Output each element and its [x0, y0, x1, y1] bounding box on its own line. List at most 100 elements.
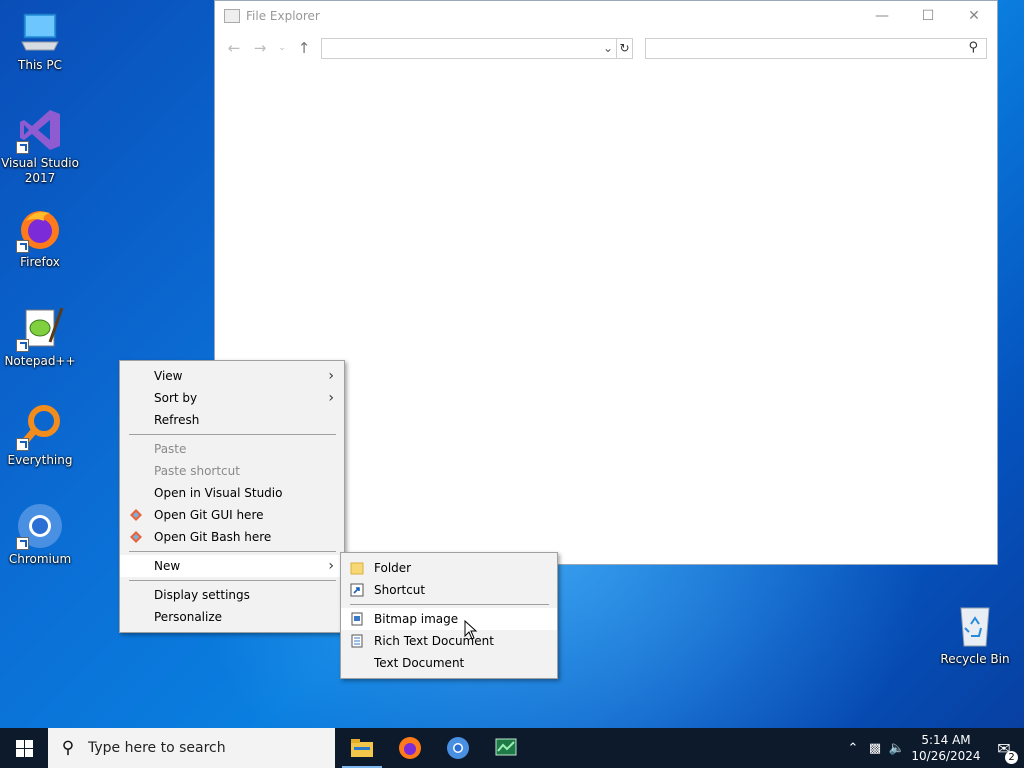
menu-item-open-git-gui[interactable]: Open Git GUI here — [120, 504, 344, 526]
chevron-down-icon[interactable]: ⌄ — [603, 41, 613, 55]
search-icon: ⚲ — [968, 40, 978, 55]
start-button[interactable] — [0, 728, 48, 768]
taskbar-file-explorer[interactable] — [338, 728, 386, 768]
forward-arrow-icon[interactable]: → — [247, 39, 273, 57]
menu-item-label: Shortcut — [374, 583, 426, 597]
close-button[interactable]: ✕ — [951, 1, 997, 31]
desktop-icon-label: Chromium — [8, 552, 72, 566]
folder-icon — [350, 562, 364, 575]
shortcut-arrow-icon — [16, 537, 29, 550]
back-arrow-icon[interactable]: ← — [221, 39, 247, 57]
shortcut-arrow-icon — [16, 141, 29, 154]
task-manager-icon — [495, 738, 517, 756]
volume-muted-icon[interactable]: 🔈 — [886, 741, 908, 756]
menu-item-open-in-visual-studio[interactable]: Open in Visual Studio — [120, 482, 344, 504]
desktop-icon-firefox[interactable]: Firefox — [0, 205, 80, 270]
taskbar-chromium[interactable] — [434, 728, 482, 768]
submenu-item-folder[interactable]: Folder — [341, 557, 557, 579]
notepad-plus-plus-icon — [16, 304, 64, 352]
desktop-icon-notepad-plus-plus[interactable]: Notepad++ — [0, 304, 80, 369]
desktop-context-menu: View › Sort by › Refresh Paste Paste short… — [119, 360, 345, 633]
menu-item-label: Bitmap image — [374, 612, 459, 626]
menu-item-label: Open Git GUI here — [154, 508, 264, 522]
refresh-icon[interactable]: ↻ — [617, 38, 633, 59]
menu-item-label: Refresh — [154, 413, 200, 427]
menu-item-label: Open Git Bash here — [154, 530, 272, 544]
taskbar-clock[interactable]: 5:14 AM 10/26/2024 — [908, 732, 984, 764]
notification-count-badge: 2 — [1005, 750, 1018, 764]
window-title: File Explorer — [246, 9, 320, 23]
menu-item-personalize[interactable]: Personalize — [120, 606, 344, 628]
desktop-icon-everything[interactable]: Everything — [0, 403, 80, 468]
menu-separator — [129, 551, 336, 552]
git-bash-icon — [130, 531, 142, 543]
taskbar-search-placeholder: Type here to search — [88, 740, 226, 756]
menu-item-label: Open in Visual Studio — [154, 486, 283, 500]
search-icon: ⚲ — [61, 738, 75, 758]
menu-item-new[interactable]: New › — [120, 555, 344, 577]
menu-item-label: Paste — [154, 442, 187, 456]
desktop-icon-label: Firefox — [20, 255, 60, 269]
submenu-item-rich-text-document[interactable]: Rich Text Document — [341, 630, 557, 652]
title-bar[interactable]: File Explorer — ☐ ✕ — [215, 1, 997, 31]
search-box[interactable]: ⚲ — [645, 38, 987, 59]
submenu-item-shortcut[interactable]: Shortcut — [341, 579, 557, 601]
taskbar: ⚲ Type here to search ⌃ ▩ 🔈 5:14 AM 10/2… — [0, 728, 1024, 768]
windows-logo-icon — [15, 739, 33, 757]
desktop-icon-chromium[interactable]: Chromium — [0, 502, 80, 567]
desktop-icon-label: This PC — [18, 58, 62, 72]
desktop-icon-recycle-bin[interactable]: Recycle Bin — [935, 602, 1015, 667]
new-submenu: Folder Shortcut Bitmap image Rich Text D… — [340, 552, 558, 679]
menu-item-label: View — [154, 369, 183, 383]
bitmap-image-icon — [351, 612, 363, 626]
menu-item-open-git-bash[interactable]: Open Git Bash here — [120, 526, 344, 548]
desktop-icon-label: Recycle Bin — [940, 652, 1010, 666]
submenu-item-text-document[interactable]: Text Document — [341, 652, 557, 674]
recent-locations-chevron-icon[interactable]: ⌄ — [273, 43, 291, 53]
menu-item-sort-by[interactable]: Sort by › — [120, 387, 344, 409]
chevron-right-icon: › — [328, 368, 334, 384]
this-pc-icon — [16, 8, 64, 56]
menu-item-label: Paste shortcut — [154, 464, 240, 478]
clock-time: 5:14 AM — [921, 733, 971, 747]
taskbar-firefox[interactable] — [386, 728, 434, 768]
desktop-icon-this-pc[interactable]: This PC — [0, 8, 80, 73]
shortcut-arrow-icon — [16, 240, 29, 253]
chevron-up-icon[interactable]: ⌃ — [842, 741, 864, 756]
firefox-icon — [399, 737, 421, 759]
maximize-button[interactable]: ☐ — [905, 1, 951, 31]
system-tray: ⌃ ▩ 🔈 5:14 AM 10/26/2024 ✉ 2 — [842, 728, 1024, 768]
desktop-icon-label: Visual Studio 2017 — [1, 156, 79, 185]
everything-search-icon — [16, 403, 64, 451]
taskbar-search-box[interactable]: ⚲ Type here to search — [48, 728, 335, 768]
chevron-right-icon: › — [328, 390, 334, 406]
address-bar[interactable]: ⌄ — [321, 38, 617, 59]
shortcut-arrow-icon — [16, 438, 29, 451]
menu-separator — [129, 580, 336, 581]
menu-item-display-settings[interactable]: Display settings — [120, 584, 344, 606]
menu-item-label: Display settings — [154, 588, 250, 602]
menu-item-paste-shortcut: Paste shortcut — [120, 460, 344, 482]
action-center-button[interactable]: ✉ 2 — [984, 739, 1024, 764]
mouse-cursor-icon — [464, 620, 478, 640]
menu-item-label: Text Document — [374, 656, 465, 670]
up-arrow-icon[interactable]: ↑ — [291, 39, 317, 57]
chromium-icon — [16, 502, 64, 550]
menu-item-view[interactable]: View › — [120, 365, 344, 387]
minimize-button[interactable]: — — [859, 1, 905, 31]
desktop-icon-label: Everything — [7, 453, 73, 467]
menu-item-label: Folder — [374, 561, 412, 575]
git-gui-icon — [130, 509, 142, 521]
desktop-icon-visual-studio[interactable]: Visual Studio 2017 — [0, 106, 80, 186]
file-explorer-app-icon — [224, 9, 240, 23]
chromium-icon — [447, 737, 469, 759]
taskbar-task-manager[interactable] — [482, 728, 530, 768]
menu-item-paste: Paste — [120, 438, 344, 460]
menu-item-refresh[interactable]: Refresh — [120, 409, 344, 431]
network-icon[interactable]: ▩ — [864, 741, 886, 756]
menu-item-label: Sort by — [154, 391, 198, 405]
menu-item-label: New — [154, 559, 181, 573]
menu-item-label: Personalize — [154, 610, 223, 624]
submenu-item-bitmap-image[interactable]: Bitmap image — [341, 608, 557, 630]
recycle-bin-icon — [951, 602, 999, 650]
